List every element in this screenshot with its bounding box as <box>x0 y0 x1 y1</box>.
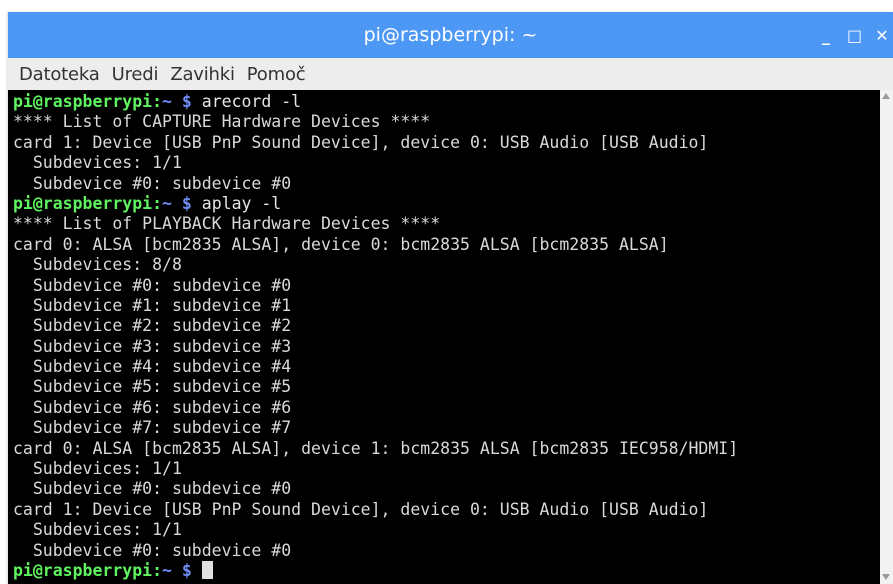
prompt-user-host: pi@raspberrypi: <box>13 560 163 580</box>
output-line: Subdevice #0: subdevice #0 <box>13 540 292 560</box>
output-line: Subdevices: 1/1 <box>13 459 182 479</box>
output-line: Subdevice #0: subdevice #0 <box>13 479 292 499</box>
menu-zavihki[interactable]: Zavihki <box>170 64 235 85</box>
output-line: Subdevice #0: subdevice #0 <box>13 275 292 295</box>
output-line: Subdevice #4: subdevice #4 <box>13 357 292 377</box>
minimize-icon[interactable]: _ <box>819 26 833 45</box>
vertical-scrollbar[interactable] <box>880 90 893 584</box>
output-line: Subdevices: 1/1 <box>13 153 182 173</box>
output-line: Subdevices: 1/1 <box>13 520 182 540</box>
window-title: pi@raspberrypi: ~ <box>363 24 538 46</box>
output-line: card 1: Device [USB PnP Sound Device], d… <box>13 132 709 152</box>
prompt-symbol: $ <box>181 92 192 111</box>
command-text: aplay -l <box>201 193 282 213</box>
window-controls: _ □ ✕ <box>819 12 889 58</box>
menu-uredi[interactable]: Uredi <box>112 64 159 85</box>
output-line: card 0: ALSA [bcm2835 ALSA], device 0: b… <box>13 234 669 254</box>
output-line: **** List of CAPTURE Hardware Devices **… <box>13 112 431 132</box>
prompt-symbol: $ <box>181 193 192 213</box>
output-line: Subdevice #7: subdevice #7 <box>13 418 292 438</box>
prompt-line: pi@raspberrypi:~ $ arecord -l <box>13 92 880 112</box>
maximize-icon[interactable]: □ <box>847 26 862 45</box>
output-line: card 1: Device [USB PnP Sound Device], d… <box>13 499 709 519</box>
output-line: Subdevice #6: subdevice #6 <box>13 397 292 417</box>
output-line: card 0: ALSA [bcm2835 ALSA], device 1: b… <box>13 438 739 458</box>
title-bar[interactable]: pi@raspberrypi: ~ _ □ ✕ <box>8 12 893 58</box>
scroll-down-icon[interactable] <box>882 574 890 580</box>
output-line: **** List of PLAYBACK Hardware Devices *… <box>13 214 441 234</box>
terminal-output[interactable]: pi@raspberrypi:~ $ arecord -l **** List o… <box>8 90 880 584</box>
prompt-line: pi@raspberrypi:~ $ aplay -l <box>13 194 880 214</box>
prompt-user-host: pi@raspberrypi: <box>13 193 163 213</box>
text-cursor <box>201 560 213 579</box>
menu-bar: Datoteka Uredi Zavihki Pomoč <box>8 58 893 90</box>
prompt-line: pi@raspberrypi:~ $ <box>13 560 880 581</box>
prompt-path: ~ <box>162 92 172 111</box>
output-line: Subdevice #2: subdevice #2 <box>13 316 292 336</box>
terminal-window: pi@raspberrypi: ~ _ □ ✕ Datoteka Uredi Z… <box>8 12 893 584</box>
output-line: Subdevice #1: subdevice #1 <box>13 295 292 315</box>
scroll-up-icon[interactable] <box>882 93 890 99</box>
output-line: Subdevice #5: subdevice #5 <box>13 377 292 397</box>
output-line: Subdevice #0: subdevice #0 <box>13 173 292 193</box>
command-text: arecord -l <box>201 92 302 111</box>
prompt-user-host: pi@raspberrypi: <box>13 92 163 111</box>
output-line: Subdevices: 8/8 <box>13 255 182 275</box>
menu-pomoc[interactable]: Pomoč <box>247 64 306 85</box>
close-icon[interactable]: ✕ <box>875 26 889 45</box>
prompt-path: ~ <box>162 560 172 580</box>
prompt-symbol: $ <box>181 560 192 580</box>
menu-datoteka[interactable]: Datoteka <box>19 64 100 85</box>
output-line: Subdevice #3: subdevice #3 <box>13 336 292 356</box>
prompt-path: ~ <box>162 193 172 213</box>
